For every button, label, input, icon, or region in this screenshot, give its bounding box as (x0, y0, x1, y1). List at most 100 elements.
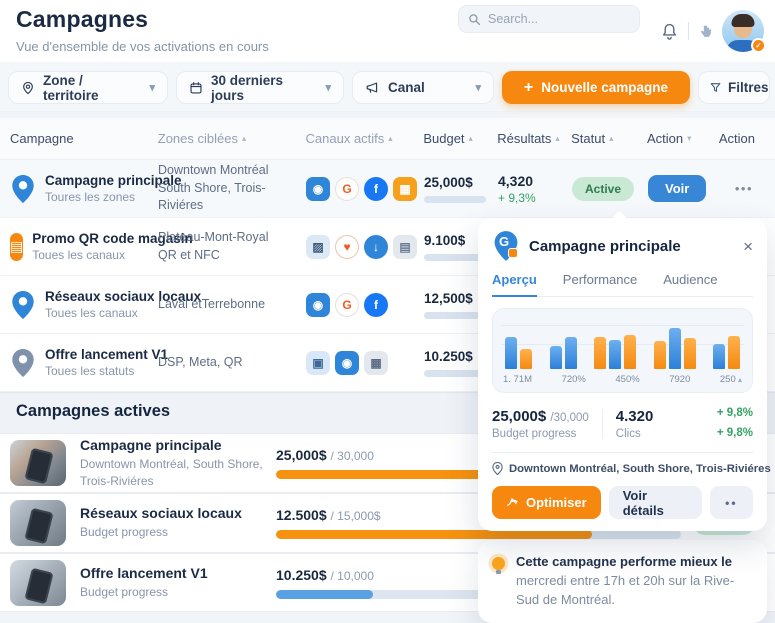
optimize-icon (506, 496, 519, 509)
tab-audience[interactable]: Audience (663, 272, 717, 296)
active-item-subtitle: Budget progress (80, 524, 276, 540)
location-pin-icon (21, 81, 35, 95)
chart-label: 1. 71M (503, 374, 532, 385)
budget-progressbar (424, 254, 486, 261)
view-button[interactable]: Voir (648, 175, 706, 202)
pointer-icon[interactable] (698, 24, 713, 39)
budget-progressbar (424, 312, 486, 319)
search-input[interactable] (488, 12, 630, 26)
geo-pin-icon: ◉ (306, 177, 330, 201)
qr-campaign-icon: ▤ (10, 233, 23, 261)
channels-cell: ▨♥↓▤ (306, 235, 424, 259)
campaign-pin-icon (10, 348, 36, 378)
active-item-subtitle: Downtown Montréal, South Shore, Trois-Ri… (80, 456, 276, 488)
beacon-icon: ♥ (335, 235, 359, 259)
geo-pin-icon: ◉ (306, 293, 330, 317)
sort-asc-icon: ▴ (555, 133, 559, 144)
page-subtitle: Vue d'ensemble de vos activations en cou… (16, 39, 269, 54)
location-pin-icon (492, 462, 503, 475)
filter-bar: Zone / territoire ▾ 30 derniers jours ▾ … (0, 62, 775, 112)
calendar-icon (189, 81, 203, 95)
insight-card: Cette campagne performe mieux le mercred… (478, 540, 767, 623)
new-campaign-button[interactable]: + Nouvelle campagne (502, 71, 690, 104)
chart-label: 7920 (669, 374, 690, 385)
qr-orange-icon: ▦ (393, 177, 417, 201)
chart-label: 450% (615, 374, 639, 385)
zones-cell: Laval etTerrebonne (158, 296, 306, 314)
user-avatar[interactable]: ✓ (722, 10, 764, 52)
col-header-action[interactable]: Action▾ (647, 131, 719, 146)
period-filter-label: 30 derniers jours (211, 73, 317, 103)
chart-bar (654, 341, 666, 369)
table-header: Campagne Zones ciblées▴ Canaux actifs▴ B… (0, 118, 775, 160)
chart-label: 250 ▴ (720, 374, 742, 385)
col-header-budget[interactable]: Budget▴ (423, 131, 497, 146)
active-item-name: Réseaux sociaux locaux (80, 505, 276, 521)
geo-pin-icon: ◉ (335, 351, 359, 375)
header: Campagnes Vue d'ensemble de vos activati… (0, 0, 775, 62)
chart-label: 720% (562, 374, 586, 385)
chart-bar (505, 337, 517, 369)
col-header-campaign[interactable]: Campagne (10, 131, 158, 146)
close-icon[interactable]: × (743, 238, 753, 255)
row-more-button[interactable]: ••• (720, 181, 767, 196)
chevron-down-icon: ▾ (149, 81, 155, 94)
divider (688, 22, 689, 40)
clicks-stat: 4.320 Clics (616, 408, 654, 440)
channel-filter-dropdown[interactable]: Canal ▾ (352, 71, 494, 104)
campaign-detail-panel: G Campagne principale × Aperçu Performan… (478, 218, 767, 623)
col-header-zones[interactable]: Zones ciblées▴ (158, 131, 306, 146)
scan-icon: ▣ (306, 351, 330, 375)
zones-cell: Plateau-Mont-Royal QR et NFC (158, 229, 306, 264)
zone-filter-dropdown[interactable]: Zone / territoire ▾ (8, 71, 168, 104)
period-filter-dropdown[interactable]: 30 derniers jours ▾ (176, 71, 344, 104)
chart-bar (550, 346, 562, 369)
google-icon: G (335, 293, 359, 317)
results-cell: 4,320 + 9,3% (498, 173, 572, 205)
table-row-campagne-principale[interactable]: Campagne principale Toures les zones Dow… (0, 160, 775, 218)
tab-performance[interactable]: Performance (563, 272, 637, 296)
panel-tabs: Aperçu Performance Audience (492, 272, 753, 297)
budget-cell: 25,000$ (424, 175, 498, 203)
tab-apercu[interactable]: Aperçu (492, 272, 537, 297)
view-details-button[interactable]: Voir détails (609, 486, 702, 519)
divider (602, 409, 603, 439)
panel-more-button[interactable]: •• (710, 486, 753, 519)
wallet-icon: ▤ (393, 235, 417, 259)
chart-bar (624, 335, 636, 369)
campaign-thumbnail (10, 560, 66, 606)
filters-button[interactable]: Filtres › (698, 71, 770, 104)
chart-bar-group (713, 317, 740, 369)
chart-bar (684, 338, 696, 369)
facebook-icon: f (364, 177, 388, 201)
chart-bar (669, 328, 681, 369)
chevron-down-icon: ▾ (325, 81, 331, 94)
campaigns-dashboard: Campagnes Vue d'ensemble de vos activati… (0, 0, 775, 611)
sort-asc-icon: ▴ (242, 133, 246, 144)
chart-bar-group (594, 317, 636, 369)
chart-bar (594, 337, 606, 369)
insight-text: Cette campagne performe mieux le mercred… (516, 553, 753, 610)
results-delta: + 9,3% (498, 191, 572, 205)
google-icon: G (335, 177, 359, 201)
search-icon (468, 13, 481, 26)
search-box[interactable] (458, 5, 640, 33)
campaign-thumbnail (10, 500, 66, 546)
download-icon: ↓ (364, 235, 388, 259)
optimize-button[interactable]: Optimiser (492, 486, 601, 519)
active-campaigns-title: Campagnes actives (16, 402, 170, 421)
channels-cell: ▣◉▦ (306, 351, 424, 375)
col-header-channels[interactable]: Canaux actifs▴ (306, 131, 424, 146)
panel-chart-labels: 1. 71M 720% 450% 7920 250 ▴ (501, 369, 744, 385)
channel-filter-label: Canal (388, 80, 425, 95)
notifications-bell-icon[interactable] (660, 22, 679, 41)
facebook-icon: f (364, 293, 388, 317)
status-cell: Active (572, 177, 648, 201)
col-header-action2: Action (719, 131, 767, 146)
delta-stats: + 9,8% + 9,8% (717, 404, 753, 443)
chevron-down-icon: ▾ (475, 81, 481, 94)
page-title: Campagnes (16, 6, 148, 33)
chart-bar (713, 344, 725, 369)
col-header-results[interactable]: Résultats▴ (497, 131, 571, 146)
col-header-status[interactable]: Statut▴ (571, 131, 647, 146)
